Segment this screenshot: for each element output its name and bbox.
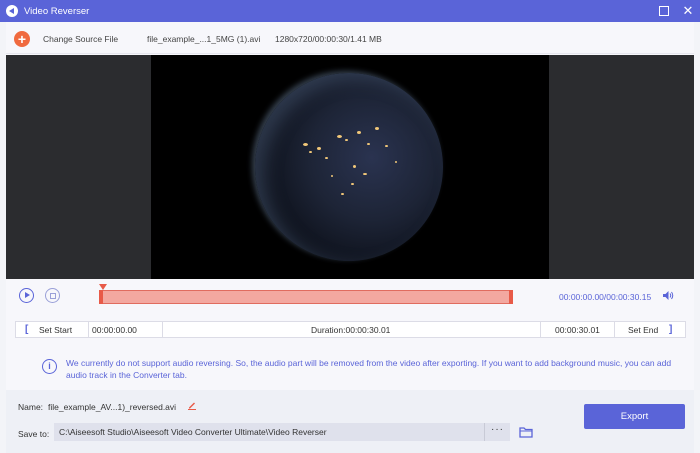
title-bar: Video Reverser ✕ bbox=[0, 0, 700, 22]
output-name-value: file_example_AV...1)_reversed.avi bbox=[48, 402, 177, 412]
trim-handle-right[interactable] bbox=[509, 290, 513, 304]
save-path-field[interactable]: C:\Aiseesoft Studio\Aiseesoft Video Conv… bbox=[54, 423, 484, 441]
source-bar: + Change Source File file_example_...1_5… bbox=[6, 24, 694, 54]
stop-button[interactable] bbox=[45, 288, 60, 303]
set-start-bracket-icon[interactable]: [ bbox=[25, 324, 28, 335]
folder-icon[interactable] bbox=[519, 426, 533, 438]
set-end-bracket-icon[interactable]: ] bbox=[669, 324, 672, 335]
play-button[interactable] bbox=[19, 288, 34, 303]
divider bbox=[614, 322, 615, 337]
timeline-row: 00:00:00.00/00:00:30.15 bbox=[6, 279, 694, 313]
divider bbox=[540, 322, 541, 337]
audio-notice: We currently do not support audio revers… bbox=[66, 358, 672, 380]
browse-more-button[interactable]: ··· bbox=[484, 423, 510, 441]
divider bbox=[88, 322, 89, 337]
set-start-button[interactable]: Set Start bbox=[39, 325, 72, 335]
window-title: Video Reverser bbox=[24, 5, 90, 17]
video-preview bbox=[6, 55, 694, 279]
app-icon bbox=[6, 5, 18, 17]
info-icon: i bbox=[42, 359, 57, 374]
cut-controls: [ Set Start 00:00:00.00 Duration:00:00:3… bbox=[15, 321, 686, 338]
source-file-meta: 1280x720/00:00:30/1.41 MB bbox=[275, 33, 382, 44]
plus-icon: + bbox=[17, 30, 27, 47]
save-to-label: Save to: bbox=[18, 429, 50, 439]
end-time-field[interactable]: 00:00:30.01 bbox=[555, 325, 600, 335]
start-time-field[interactable]: 00:00:00.00 bbox=[92, 325, 137, 335]
name-label: Name: bbox=[18, 402, 44, 412]
volume-icon[interactable] bbox=[662, 290, 674, 301]
divider bbox=[162, 322, 163, 337]
time-readout: 00:00:00.00/00:00:30.15 bbox=[559, 292, 652, 302]
maximize-button[interactable] bbox=[659, 6, 669, 16]
trim-handle-left[interactable] bbox=[99, 290, 103, 304]
earth-image bbox=[255, 73, 443, 261]
duration-label: Duration:00:00:30.01 bbox=[311, 324, 391, 335]
edit-icon[interactable] bbox=[187, 400, 197, 410]
set-end-button[interactable]: Set End bbox=[628, 325, 658, 335]
export-button[interactable]: Export bbox=[584, 404, 685, 429]
video-frame bbox=[151, 55, 549, 279]
trim-selection[interactable] bbox=[99, 290, 513, 304]
add-source-button[interactable]: + bbox=[14, 30, 30, 47]
change-source-label[interactable]: Change Source File bbox=[43, 34, 118, 44]
close-button[interactable]: ✕ bbox=[682, 4, 694, 17]
source-file-name: file_example_...1_5MG (1).avi bbox=[147, 33, 261, 44]
